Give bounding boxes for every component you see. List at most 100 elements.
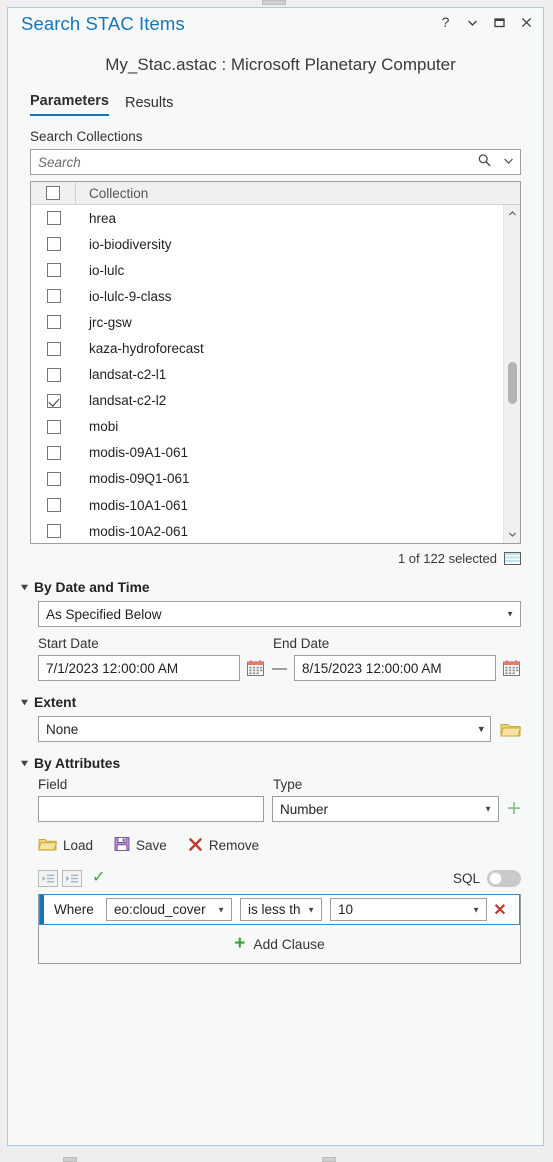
row-checkbox-cell[interactable] [31, 211, 76, 226]
load-button[interactable]: Load [38, 837, 93, 855]
scroll-down-icon[interactable] [504, 526, 520, 543]
scrollbar-thumb[interactable] [508, 362, 517, 404]
table-row[interactable]: landsat-c2-l1 [31, 362, 503, 388]
chevron-down-icon: ▾ [21, 757, 28, 769]
save-button[interactable]: Save [114, 836, 167, 855]
extent-dropdown[interactable]: None ▾ [38, 716, 491, 742]
clause-value-dropdown[interactable]: 10 ▼ [330, 898, 487, 921]
search-options-chevron-down-icon[interactable] [496, 154, 520, 170]
section-header-by-date-and-time[interactable]: ▾ By Date and Time [21, 580, 521, 595]
collection-name: landsat-c2-l2 [89, 393, 167, 409]
row-checkbox[interactable] [46, 445, 61, 460]
row-checkbox[interactable] [46, 419, 61, 434]
row-checkbox-cell[interactable] [31, 445, 76, 460]
row-checkbox[interactable] [46, 237, 61, 252]
pane-grip-bottom-left[interactable] [63, 1157, 77, 1162]
type-dropdown[interactable]: Number ▼ [271, 796, 499, 822]
row-checkbox-cell[interactable] [31, 263, 76, 278]
table-row[interactable]: modis-09A1-061 [31, 440, 503, 466]
table-row[interactable]: kaza-hydroforecast [31, 335, 503, 361]
clause-field-dropdown[interactable]: eo:cloud_cover ▼ [106, 898, 232, 921]
table-row[interactable]: modis-10A1-061 [31, 492, 503, 518]
row-checkbox-cell[interactable] [31, 341, 76, 356]
collection-search-box[interactable]: Search [30, 149, 521, 175]
chevron-down-icon[interactable] [465, 16, 480, 29]
section-header-by-attributes[interactable]: ▾ By Attributes [21, 756, 521, 771]
section-title: By Date and Time [34, 580, 150, 595]
row-checkbox-cell[interactable] [31, 367, 76, 382]
table-row[interactable]: io-biodiversity [31, 231, 503, 257]
tab-parameters[interactable]: Parameters [30, 93, 109, 116]
row-checkbox[interactable] [46, 263, 61, 278]
table-row[interactable]: modis-10A2-061 [31, 518, 503, 543]
row-checkbox[interactable] [46, 471, 61, 486]
date-mode-dropdown[interactable]: As Specified Below ▼ [38, 601, 521, 627]
row-checkbox-cell[interactable] [31, 289, 76, 304]
row-checkbox[interactable] [46, 393, 61, 408]
select-all-checkbox[interactable] [46, 186, 60, 200]
row-checkbox[interactable] [46, 341, 61, 356]
collection-name: modis-10A1-061 [89, 497, 189, 513]
table-row[interactable]: hrea [31, 205, 503, 231]
column-header-collection[interactable]: Collection [76, 186, 148, 201]
row-checkbox[interactable] [46, 367, 61, 382]
add-clause-button[interactable]: + Add Clause [39, 925, 520, 963]
collection-name: jrc-gsw [89, 314, 132, 330]
row-checkbox-cell[interactable] [31, 393, 76, 408]
table-row[interactable]: io-lulc [31, 257, 503, 283]
row-checkbox[interactable] [46, 524, 61, 539]
grid-header: Collection [31, 182, 520, 205]
close-icon[interactable] [519, 16, 534, 29]
scroll-up-icon[interactable] [504, 205, 520, 222]
clause-row[interactable]: Where eo:cloud_cover ▼ is less than ▼ 10… [39, 894, 520, 925]
row-checkbox-cell[interactable] [31, 237, 76, 252]
table-row[interactable]: jrc-gsw [31, 309, 503, 335]
calendar-icon[interactable] [246, 659, 265, 677]
row-checkbox[interactable] [46, 315, 61, 330]
window-title: Search STAC Items [21, 13, 185, 34]
clause-operator-dropdown[interactable]: is less than ▼ [240, 898, 322, 921]
outdent-clause-icon[interactable] [38, 869, 58, 887]
attribute-input-row: Number ▼ + [38, 796, 521, 822]
query-toolbar: ✓ SQL [38, 868, 521, 888]
help-icon[interactable]: ? [438, 15, 453, 29]
pane-grip-bottom-right[interactable] [322, 1157, 336, 1162]
indent-clause-icon[interactable] [62, 869, 82, 887]
sql-toggle[interactable] [487, 869, 521, 887]
table-view-icon[interactable] [504, 552, 521, 565]
field-input[interactable] [38, 796, 264, 822]
delete-clause-icon[interactable]: ✕ [487, 900, 513, 920]
remove-button[interactable]: Remove [188, 837, 259, 855]
start-date-input[interactable]: 7/1/2023 12:00:00 AM [38, 655, 240, 681]
row-checkbox-cell[interactable] [31, 524, 76, 539]
collections-grid[interactable]: Collection hrea io-biodiversity io-lulc io-… [30, 181, 521, 544]
collections-scrollbar[interactable] [503, 205, 520, 543]
search-icon[interactable] [472, 153, 496, 171]
row-checkbox[interactable] [46, 289, 61, 304]
section-header-extent[interactable]: ▾ Extent [21, 695, 521, 710]
end-date-input[interactable]: 8/15/2023 12:00:00 AM [294, 655, 496, 681]
table-row[interactable]: mobi [31, 414, 503, 440]
calendar-icon[interactable] [502, 659, 521, 677]
add-attribute-icon[interactable]: + [507, 797, 521, 821]
clause-accent-bar [40, 895, 44, 924]
row-checkbox-cell[interactable] [31, 498, 76, 513]
row-checkbox-cell[interactable] [31, 471, 76, 486]
table-row[interactable]: landsat-c2-l2 [31, 388, 503, 414]
row-checkbox-cell[interactable] [31, 315, 76, 330]
collection-name: kaza-hydroforecast [89, 341, 204, 357]
attribute-column-labels: Field Type [38, 777, 521, 796]
browse-folder-icon[interactable] [500, 721, 522, 738]
row-checkbox-cell[interactable] [31, 419, 76, 434]
search-input[interactable]: Search [31, 155, 472, 170]
select-all-cell[interactable] [31, 182, 76, 204]
row-checkbox[interactable] [46, 498, 61, 513]
row-checkbox[interactable] [46, 211, 61, 226]
table-row[interactable]: modis-09Q1-061 [31, 466, 503, 492]
maximize-icon[interactable] [492, 16, 507, 29]
validate-expression-icon[interactable]: ✓ [92, 870, 105, 886]
pane-grip-top[interactable] [262, 0, 286, 5]
table-row[interactable]: io-lulc-9-class [31, 283, 503, 309]
section-title: Extent [34, 695, 77, 710]
tab-results[interactable]: Results [125, 95, 173, 116]
